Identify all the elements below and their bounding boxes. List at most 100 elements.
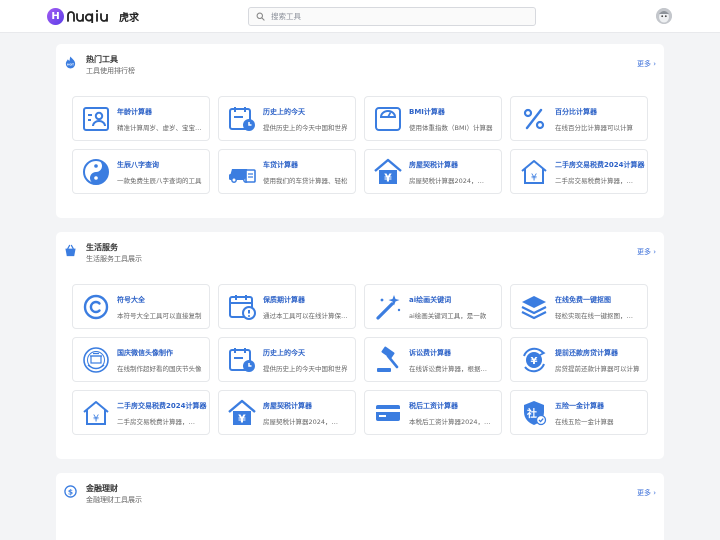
- card-desc: 房屋契税计算器2024，…: [263, 418, 339, 426]
- tool-card[interactable]: 车贷计算器 使用我们的车贷计算器、轻松: [218, 149, 356, 194]
- calendar-clock-icon: [229, 107, 255, 131]
- card-title: 税后工资计算器: [409, 402, 458, 410]
- tool-card[interactable]: 历史上的今天 提供历史上的今天中国和世界: [218, 96, 356, 141]
- tool-card[interactable]: ¥ 房屋契税计算器 房屋契税计算器2024，…: [218, 390, 356, 435]
- more-link[interactable]: 更多 ›: [637, 247, 656, 257]
- tool-card[interactable]: 生辰八字查询 一款免费生辰八字查询的工具: [72, 149, 210, 194]
- logo-wordmark: [67, 9, 108, 23]
- tool-card[interactable]: 税后工资计算器 本税后工资计算器2024，…: [364, 390, 502, 435]
- tool-card[interactable]: 诉讼费计算器 在线诉讼费计算器，根据…: [364, 337, 502, 382]
- section-finance: $ 金融理财 金融理财工具展示 更多 ›: [56, 473, 664, 540]
- card-title: 百分比计算器: [555, 108, 597, 116]
- card-title: 年龄计算器: [117, 108, 152, 116]
- tool-card[interactable]: ¥ 二手房交易税费2024计算器 二手房交易税费计算器，…: [510, 149, 648, 194]
- card-desc: 本符号大全工具可以直接复制: [117, 312, 202, 320]
- card-title: BMI计算器: [409, 108, 445, 116]
- section-header: 生活服务 生活服务工具展示 更多 ›: [56, 232, 664, 272]
- user-avatar[interactable]: [656, 8, 672, 24]
- logo-mark-letter: H: [51, 10, 60, 22]
- card-title: 生辰八字查询: [117, 161, 159, 169]
- avatar-face-icon: [656, 8, 672, 24]
- card-desc: 一款免费生辰八字查询的工具: [117, 177, 202, 185]
- card-desc: 提供历史上的今天中国和世界: [263, 365, 348, 373]
- section-subtitle: 工具使用排行榜: [86, 67, 135, 75]
- more-link[interactable]: 更多 ›: [637, 488, 656, 498]
- card-desc: 房屋契税计算器2024，…: [409, 177, 485, 185]
- house-yuan-icon: ¥: [228, 399, 256, 426]
- tool-card[interactable]: 年龄计算器 精准计算周岁、虚岁、宝宝月龄: [72, 96, 210, 141]
- section-hot-tools: HOT 热门工具 工具使用排行榜 更多 › 年龄计算器 精准计算周岁、虚岁、宝宝…: [56, 44, 664, 218]
- svg-text:¥: ¥: [531, 173, 537, 184]
- tool-grid: 年龄计算器 精准计算周岁、虚岁、宝宝月龄 历史上的今天 提供历史上的今天中国和世…: [72, 96, 648, 194]
- tool-card[interactable]: 历史上的今天 提供历史上的今天中国和世界: [218, 337, 356, 382]
- section-title: 生活服务: [86, 243, 118, 252]
- section-title: 金融理财: [86, 484, 118, 493]
- more-link[interactable]: 更多 ›: [637, 59, 656, 69]
- card-desc: ai绘画关键词工具，是一款: [409, 312, 487, 320]
- card-title: 符号大全: [117, 296, 145, 304]
- copyright-symbol-icon: [83, 294, 109, 320]
- card-title: 车贷计算器: [263, 161, 298, 169]
- card-title: 保质期计算器: [263, 296, 305, 304]
- house-yuan-outline-icon: ¥: [83, 401, 109, 425]
- section-title: 热门工具: [86, 55, 118, 64]
- svg-text:¥: ¥: [531, 356, 538, 367]
- card-desc: 轻松实现在线一键抠图，…: [555, 312, 633, 320]
- card-title: 诉讼费计算器: [409, 349, 451, 357]
- credit-card-icon: [376, 405, 400, 421]
- layers-icon: [521, 296, 547, 320]
- search-input[interactable]: [271, 12, 521, 21]
- tool-card[interactable]: 在线免费一键抠图 轻松实现在线一键抠图，…: [510, 284, 648, 329]
- card-title: 五险一金计算器: [555, 402, 604, 410]
- svg-text:¥: ¥: [238, 413, 246, 426]
- card-desc: 通过本工具可以在线计算保质期: [263, 312, 349, 320]
- tool-card[interactable]: 符号大全 本符号大全工具可以直接复制: [72, 284, 210, 329]
- card-desc: 使用我们的车贷计算器、轻松: [263, 177, 348, 185]
- tool-card[interactable]: ¥ 房屋契税计算器 房屋契税计算器2024，…: [364, 149, 502, 194]
- section-header: $ 金融理财 金融理财工具展示 更多 ›: [56, 473, 664, 513]
- shopping-basket-icon: [65, 244, 76, 257]
- card-title: 房屋契税计算器: [263, 402, 312, 410]
- house-yuan-outline-icon: ¥: [521, 160, 547, 184]
- svg-text:¥: ¥: [93, 414, 99, 425]
- tool-card[interactable]: ai绘画关键词 ai绘画关键词工具，是一款: [364, 284, 502, 329]
- card-desc: 在线百分比计算器可以计算: [555, 124, 633, 132]
- dollar-circle-icon: $: [64, 485, 77, 498]
- card-title: 二手房交易税费2024计算器: [555, 161, 645, 169]
- car-calculator-icon: [229, 169, 256, 183]
- site-logo[interactable]: H 虎求: [47, 7, 139, 25]
- section-life-services: 生活服务 生活服务工具展示 更多 › 符号大全 本符号大全工具可以直接复制 保质…: [56, 232, 664, 459]
- card-title: 提前还款房贷计算器: [555, 349, 618, 357]
- magic-wand-icon: [376, 295, 401, 320]
- calendar-clock-icon: [229, 348, 255, 372]
- house-yuan-icon: ¥: [374, 158, 402, 185]
- scale-icon: [375, 107, 401, 131]
- card-desc: 使用体重指数（BMI）计算器: [409, 124, 493, 132]
- tool-card[interactable]: 国庆微信头像制作 在线制作超好看的国庆节头像: [72, 337, 210, 382]
- tool-card[interactable]: BMI计算器 使用体重指数（BMI）计算器: [364, 96, 502, 141]
- card-desc: 二手房交易税费计算器，…: [117, 418, 195, 426]
- card-title: 房屋契税计算器: [409, 161, 458, 169]
- tool-card[interactable]: 社 五险一金计算器 在线五险一金计算器: [510, 390, 648, 435]
- social-security-shield-icon: 社: [524, 401, 547, 426]
- card-desc: 本税后工资计算器2024，…: [409, 418, 491, 426]
- logo-mark-icon: H: [47, 7, 64, 25]
- person-card-icon: [83, 107, 109, 131]
- card-title: 历史上的今天: [263, 349, 305, 357]
- card-desc: 房贷提前还款计算器可以计算: [555, 365, 640, 373]
- yin-yang-icon: [83, 159, 109, 185]
- svg-text:HOT: HOT: [67, 63, 75, 67]
- svg-text:$: $: [68, 487, 73, 496]
- card-title: ai绘画关键词: [409, 296, 452, 304]
- hot-flame-icon: HOT: [65, 56, 76, 69]
- tool-card[interactable]: 百分比计算器 在线百分比计算器可以计算: [510, 96, 648, 141]
- card-title: 在线免费一键抠图: [555, 296, 611, 304]
- emblem-avatar-icon: [83, 347, 109, 373]
- card-title: 二手房交易税费2024计算器: [117, 402, 207, 410]
- card-desc: 二手房交易税费计算器，…: [555, 177, 633, 185]
- tool-card[interactable]: 保质期计算器 通过本工具可以在线计算保质期: [218, 284, 356, 329]
- tool-card[interactable]: ¥ 二手房交易税费2024计算器 二手房交易税费计算器，…: [72, 390, 210, 435]
- tool-card[interactable]: ¥ 提前还款房贷计算器 房贷提前还款计算器可以计算: [510, 337, 648, 382]
- card-desc: 在线五险一金计算器: [555, 418, 614, 426]
- search-box[interactable]: [248, 7, 536, 26]
